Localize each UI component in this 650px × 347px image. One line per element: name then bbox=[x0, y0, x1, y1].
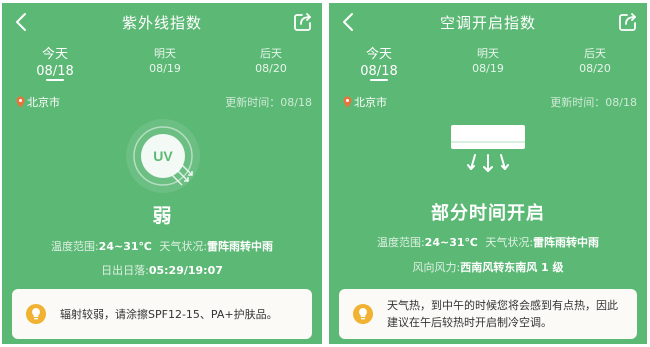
air-conditioner-icon bbox=[451, 125, 525, 172]
weather-label: 天气状况: bbox=[159, 240, 208, 253]
back-arrow-icon[interactable] bbox=[12, 11, 32, 33]
tip-text: 辐射较弱，请涂擦SPF12-15、PA+护肤品。 bbox=[60, 307, 278, 321]
tab-label: 今天 bbox=[41, 47, 68, 62]
weather-label: 天气状况: bbox=[485, 236, 534, 249]
tab-today[interactable]: 今天 08/18 bbox=[344, 47, 414, 79]
uv-badge-text: UV bbox=[153, 148, 173, 164]
lightbulb-icon bbox=[26, 304, 46, 324]
tab-label: 后天 bbox=[584, 47, 606, 60]
tab-label: 今天 bbox=[365, 47, 392, 62]
weather-value: 雷阵雨转中雨 bbox=[533, 236, 600, 249]
tab-date: 08/18 bbox=[36, 64, 74, 79]
screenshot: 紫外线指数 今天 08/18 明天 08/19 后天 08/20 北京市 更新时… bbox=[0, 0, 650, 347]
tab-date: 08/20 bbox=[255, 62, 287, 75]
update-date: 08/18 bbox=[280, 96, 312, 109]
share-icon[interactable] bbox=[292, 11, 314, 33]
tab-label: 明天 bbox=[477, 47, 499, 60]
city-name: 北京市 bbox=[27, 96, 60, 109]
tab-date: 08/19 bbox=[149, 62, 181, 75]
uv-level: 弱 bbox=[152, 205, 172, 227]
uv-index-panel: 紫外线指数 今天 08/18 明天 08/19 后天 08/20 北京市 更新时… bbox=[2, 3, 322, 344]
update-time: 更新时间：08/18 bbox=[550, 94, 637, 110]
wind-label: 风向风力: bbox=[412, 261, 461, 274]
share-icon[interactable] bbox=[617, 11, 639, 33]
tab-date: 08/19 bbox=[472, 62, 504, 75]
update-label: 更新时间： bbox=[550, 96, 606, 109]
weather-value: 雷阵雨转中雨 bbox=[207, 240, 274, 253]
tab-tomorrow[interactable]: 明天 08/19 bbox=[130, 47, 200, 75]
tab-label: 后天 bbox=[260, 47, 282, 60]
ac-level: 部分时间开启 bbox=[431, 203, 545, 224]
tab-date: 08/20 bbox=[579, 62, 611, 75]
tab-day-after-tomorrow[interactable]: 后天 08/20 bbox=[560, 47, 630, 75]
tip-card: 辐射较弱，请涂擦SPF12-15、PA+护肤品。 bbox=[12, 289, 312, 339]
tab-underline bbox=[46, 79, 64, 81]
header: 空调开启指数 bbox=[329, 3, 647, 41]
wind-info: 风向风力:西南风转东南风 1 级 bbox=[329, 259, 647, 275]
wind-value: 西南风转东南风 1 级 bbox=[460, 261, 564, 274]
tab-today[interactable]: 今天 08/18 bbox=[20, 47, 90, 79]
back-arrow-icon[interactable] bbox=[339, 11, 359, 33]
sunrise-sunset: 日出日落:05:29/19:07 bbox=[2, 262, 322, 278]
location: 北京市 bbox=[343, 94, 387, 110]
temp-value: 24~31℃ bbox=[424, 236, 478, 249]
page-title: 空调开启指数 bbox=[439, 14, 536, 32]
tab-underline bbox=[370, 79, 388, 81]
tab-tomorrow[interactable]: 明天 08/19 bbox=[453, 47, 523, 75]
location: 北京市 bbox=[16, 94, 60, 110]
tip-card: 天气热，到中午的时候您将会感到有点热，因此建议在午后较热时开启制冷空调。 bbox=[339, 289, 637, 339]
temp-value: 24~31℃ bbox=[98, 240, 152, 253]
sun-label: 日出日落: bbox=[101, 264, 149, 277]
temp-label: 温度范围: bbox=[376, 236, 425, 249]
day-tabs: 今天 08/18 明天 08/19 后天 08/20 bbox=[329, 47, 647, 87]
update-time: 更新时间：08/18 bbox=[225, 94, 312, 110]
day-tabs: 今天 08/18 明天 08/19 后天 08/20 bbox=[2, 47, 322, 87]
tab-day-after-tomorrow[interactable]: 后天 08/20 bbox=[236, 47, 306, 75]
ac-index-panel: 空调开启指数 今天 08/18 明天 08/19 后天 08/20 北京市 更新… bbox=[329, 3, 647, 344]
update-date: 08/18 bbox=[605, 96, 637, 109]
city-name: 北京市 bbox=[354, 96, 387, 109]
page-title: 紫外线指数 bbox=[121, 14, 202, 32]
uv-icon: UV bbox=[126, 119, 200, 193]
weather-summary: 温度范围:24~31℃ 天气状况:雷阵雨转中雨 bbox=[329, 234, 647, 250]
location-pin-icon bbox=[343, 96, 352, 108]
header: 紫外线指数 bbox=[2, 3, 322, 41]
temp-label: 温度范围: bbox=[50, 240, 99, 253]
weather-summary: 温度范围:24~31℃ 天气状况:雷阵雨转中雨 bbox=[2, 238, 322, 254]
update-label: 更新时间： bbox=[225, 96, 281, 109]
tab-date: 08/18 bbox=[360, 64, 398, 79]
sun-value: 05:29/19:07 bbox=[148, 264, 223, 277]
tab-label: 明天 bbox=[154, 47, 176, 60]
lightbulb-icon bbox=[353, 304, 373, 324]
location-pin-icon bbox=[16, 96, 25, 108]
tip-text: 天气热，到中午的时候您将会感到有点热，因此建议在午后较热时开启制冷空调。 bbox=[387, 299, 618, 329]
